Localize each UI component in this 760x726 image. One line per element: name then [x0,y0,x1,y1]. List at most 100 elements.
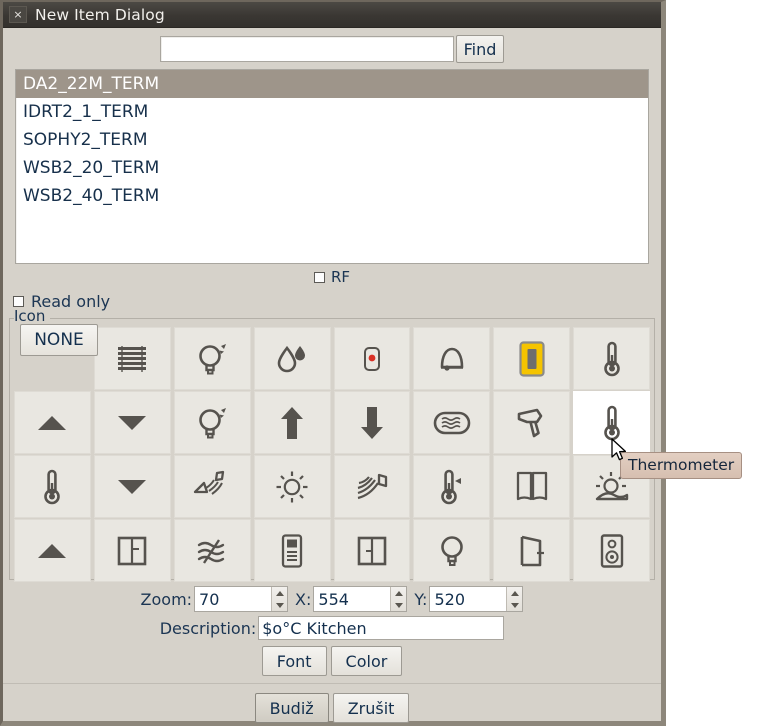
icon-cell-waves[interactable] [173,519,251,582]
icon-cell-door[interactable] [493,519,571,582]
icon-cell-thermometer[interactable] [573,391,650,454]
arrow-down-triangle-icon [116,478,148,496]
icon-cell-hairdryer[interactable] [493,391,571,454]
ok-button[interactable]: Budiž [254,693,329,723]
icon-cell-sunrise[interactable] [573,455,650,518]
x-label: X: [295,589,312,609]
icon-cell-remote-control[interactable] [253,519,331,582]
bulb-icon [438,533,466,569]
zoom-stepper[interactable] [194,586,289,612]
description-label: Description: [159,618,257,638]
icon-cell-lightbulb-rays[interactable] [173,391,251,454]
chevron-down-icon[interactable] [510,602,519,608]
chevron-down-icon[interactable] [394,602,403,608]
dialog-client-area: Find DA2_22M_TERM IDRT2_1_TERM SOPHY2_TERM… [3,28,661,723]
list-item[interactable]: IDRT2_1_TERM [16,98,648,126]
list-item[interactable]: WSB2_20_TERM [16,154,648,182]
description-row: Description: [3,616,661,640]
arrow-up-triangle-icon [36,414,68,432]
icon-cell-arrow-up[interactable] [253,391,331,454]
icon-cell-speaker-waves[interactable] [173,455,251,518]
icon-cell-window-open[interactable] [493,455,571,518]
new-item-dialog-window: × New Item Dialog Find DA2_22M_TERM IDRT2… [0,0,743,726]
rf-row: RF [3,266,661,288]
icon-cell-arrow-up-triangle[interactable] [14,391,91,454]
icon-cell-blinds[interactable] [93,327,171,390]
font-button[interactable]: Font [261,646,327,676]
icon-cell-yellow-switch[interactable] [493,327,571,390]
zoom-input[interactable] [195,587,272,611]
close-icon[interactable]: × [9,6,27,23]
dialog-button-row: Budiž Zrušit [3,683,661,723]
icon-cell-water-drops[interactable] [253,327,331,390]
properties-form: Zoom: X: Y: [3,580,661,723]
x-input[interactable] [314,587,391,611]
icon-groupbox: Icon NONE [9,307,655,582]
thermometer-icon [602,405,622,441]
terminal-list[interactable]: DA2_22M_TERM IDRT2_1_TERM SOPHY2_TERM WSB2_… [15,69,649,264]
x-spin-buttons[interactable] [390,587,407,611]
zoom-spin-buttons[interactable] [271,587,288,611]
icon-cell-window-panel[interactable] [333,519,411,582]
lightbulb-rays-icon [195,405,229,441]
y-input[interactable] [430,587,507,611]
icon-cell-arrow-down-triangle[interactable] [93,455,171,518]
icon-cell-heater[interactable] [413,391,491,454]
arrow-up-icon [280,406,304,440]
icon-cell-arrow-down[interactable] [333,391,411,454]
window-icon [117,536,147,566]
y-spin-buttons[interactable] [506,587,523,611]
icon-cell-thermostat[interactable] [413,455,491,518]
speaker-waves-icon [193,470,231,504]
icon-cell-arrow-up-triangle[interactable] [14,519,91,582]
chevron-up-icon[interactable] [275,590,284,596]
icon-cell-thermometer[interactable] [573,327,650,390]
read-only-checkbox[interactable] [13,295,24,307]
speaker-icon [600,533,624,568]
zoom-label: Zoom: [140,589,193,609]
hairdryer-icon [515,406,549,440]
chevron-up-icon[interactable] [510,590,519,596]
description-input[interactable] [258,616,505,640]
list-item[interactable]: WSB2_40_TERM [16,182,648,210]
icon-grid [14,327,650,582]
x-stepper[interactable] [313,586,408,612]
door-icon [518,535,546,567]
icon-cell-motion-sensor[interactable] [333,455,411,518]
rf-label: RF [330,268,351,286]
list-item[interactable]: DA2_22M_TERM [16,70,648,98]
icon-cell-lightbulb-rays[interactable] [173,327,251,390]
search-input[interactable] [159,36,454,62]
window-open-icon [516,471,548,503]
sunrise-icon [594,471,630,503]
remote-control-icon [281,533,303,568]
chevron-up-icon[interactable] [394,590,403,596]
icon-cell-bell[interactable] [413,327,491,390]
thermometer-icon [602,341,622,377]
y-stepper[interactable] [429,586,524,612]
arrow-down-icon [360,406,384,440]
y-label: Y: [414,589,428,609]
bell-icon [435,344,469,374]
rf-checkbox[interactable] [313,271,325,283]
icon-cell-bulb[interactable] [413,519,491,582]
icon-cell-sun[interactable] [253,455,331,518]
yellow-switch-icon [519,340,545,377]
window-panel-icon [357,536,387,566]
icon-cell-window[interactable] [93,519,171,582]
icon-cell-thermometer[interactable] [14,455,91,518]
title-bar: × New Item Dialog [3,2,661,28]
find-button[interactable]: Find [455,35,505,63]
icon-cell-smoke-detector[interactable] [333,327,411,390]
thermometer-icon [42,469,62,505]
icon-none-button[interactable]: NONE [20,324,98,356]
style-button-row: Font Color [3,644,661,676]
heater-icon [433,410,471,436]
cancel-button[interactable]: Zrušit [332,693,410,723]
list-item[interactable]: SOPHY2_TERM [16,126,648,154]
chevron-down-icon[interactable] [275,602,284,608]
color-button[interactable]: Color [330,646,403,676]
icon-cell-speaker[interactable] [573,519,650,582]
icon-cell-arrow-down-triangle[interactable] [93,391,171,454]
readonly-row: Read only [3,288,661,314]
